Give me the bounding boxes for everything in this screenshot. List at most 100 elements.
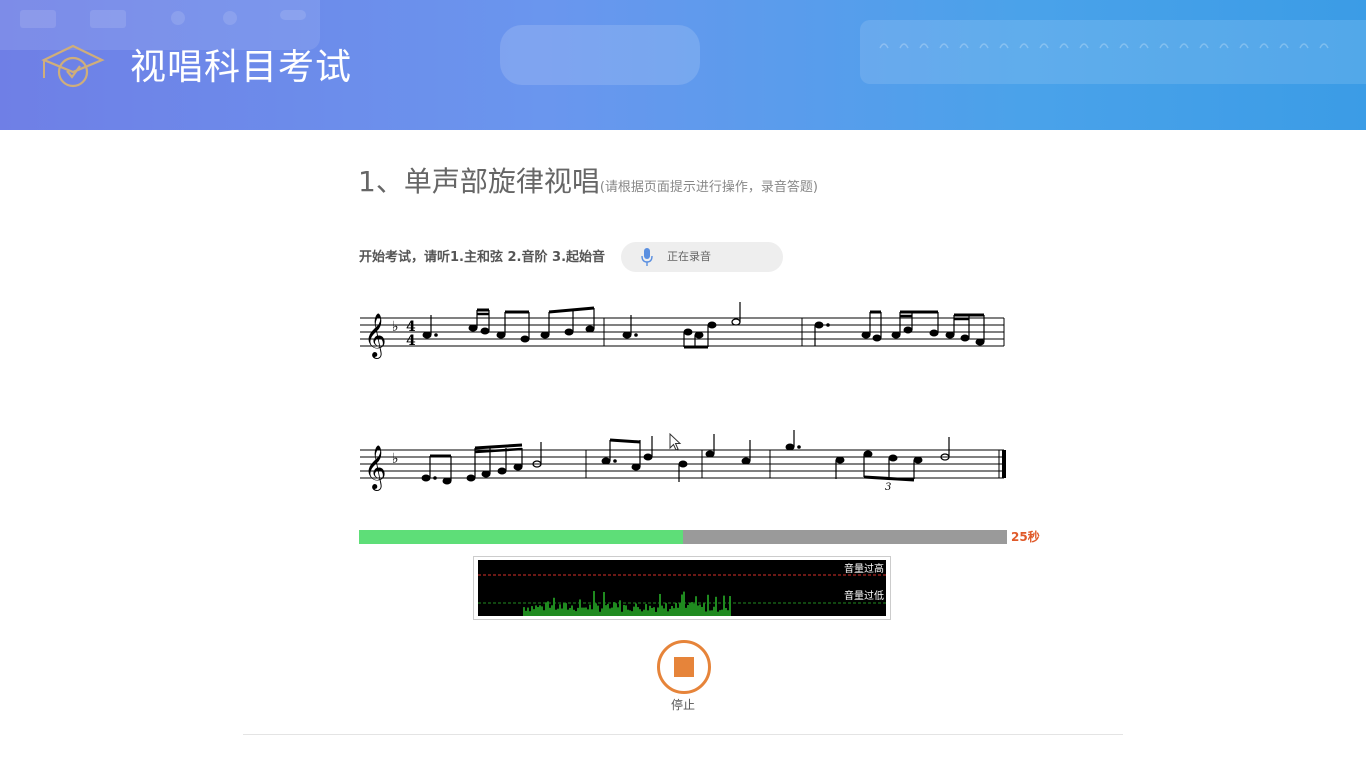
waveform-bar [687, 604, 689, 616]
waveform-bar [621, 611, 623, 616]
waveform-bar [711, 610, 713, 616]
svg-text:3: 3 [885, 482, 891, 493]
time-signature-bottom: 4 [406, 333, 416, 349]
waveform-bar [567, 609, 569, 616]
waveform-bar [639, 609, 641, 616]
waveform-bar [543, 610, 545, 616]
waveform-bar [699, 604, 701, 616]
waveform-bar [695, 596, 697, 616]
waveform-bar [553, 597, 555, 616]
waveform-bar [685, 607, 687, 616]
waveform-bar [659, 593, 661, 616]
waveform-bar [587, 609, 589, 616]
waveform-bar [729, 596, 731, 616]
waveform-bar [667, 611, 669, 616]
waveform-bar [591, 609, 593, 616]
waveform-bar [593, 591, 595, 616]
waveform-bar [665, 603, 667, 616]
waveform-bar [721, 609, 723, 616]
waveform-bar [535, 605, 537, 616]
waveform-bar [725, 608, 727, 616]
waveform-bar [583, 607, 585, 616]
question-hint: (请根据页面提示进行操作，录音答题) [599, 180, 818, 195]
waveform-bar [719, 610, 721, 616]
waveform-bar [581, 607, 583, 616]
waveform-bar [645, 604, 647, 616]
waveform-bar [605, 605, 607, 616]
question-title-text: 1、单声部旋律视唱 [358, 165, 600, 198]
mouse-cursor-icon [669, 433, 682, 451]
stop-button[interactable] [657, 640, 711, 694]
waveform-bar [627, 609, 629, 616]
flat-icon: ♭ [392, 451, 399, 467]
recording-status-label: 正在录音 [667, 250, 711, 263]
waveform-bar [661, 605, 663, 616]
waveform-bar [691, 602, 693, 616]
waveform-bar [717, 611, 719, 616]
waveform-bar [679, 603, 681, 616]
waveform-bar [723, 595, 725, 616]
waveform-bar [675, 602, 677, 616]
waveform-bar [599, 611, 601, 616]
waveform-bar [597, 605, 599, 616]
time-remaining-label: 25秒 [1011, 530, 1040, 544]
waveform-bar [715, 596, 717, 616]
waveform-bar [529, 611, 531, 616]
waveform-bar [651, 607, 653, 616]
waveform-bar [571, 605, 573, 616]
waveform-bar [547, 601, 549, 616]
waveform-bar [703, 603, 705, 616]
waveform-bar [635, 603, 637, 616]
waveform-bar [673, 608, 675, 616]
waveform-bar [649, 605, 651, 616]
waveform-bar [625, 605, 627, 616]
waveform-bar [561, 608, 563, 616]
waveform-bar [637, 607, 639, 616]
waveform-bar [663, 608, 665, 616]
volume-meter: 音量过高 音量过低 [473, 556, 891, 620]
waveform-bar [575, 611, 577, 616]
waveform-bar [615, 603, 617, 616]
waveform-bar [589, 604, 591, 616]
waveform-bar [653, 607, 655, 616]
waveform-bar [577, 607, 579, 616]
stop-button-label: 停止 [670, 698, 695, 712]
waveform-bar [727, 610, 729, 616]
waveform-bar [559, 604, 561, 616]
question-title: 1、单声部旋律视唱(请根据页面提示进行操作，录音答题) [358, 164, 818, 206]
waveform-bar [537, 607, 539, 616]
time-progress-fill [359, 530, 683, 544]
waveform-bar [701, 606, 703, 616]
waveform-bar [697, 605, 699, 616]
waveform-bar [525, 610, 527, 616]
stop-icon [674, 657, 694, 677]
treble-clef-icon: 𝄞 [364, 313, 386, 359]
waveform-bar [707, 594, 709, 616]
waveform-bar [657, 607, 659, 616]
waveform-bar [531, 606, 533, 616]
waveform-bar [557, 608, 559, 616]
waveform-bar [669, 608, 671, 616]
waveform-bar [545, 602, 547, 616]
waveform-bar [689, 602, 691, 616]
waveform-bar [541, 606, 543, 616]
waveform-bar [619, 600, 621, 616]
waveform-bar [601, 608, 603, 616]
flat-icon: ♭ [392, 319, 399, 335]
waveform-bar [523, 607, 525, 616]
divider [243, 734, 1123, 735]
exam-instruction: 开始考试，请听1.主和弦 2.音阶 3.起始音 [359, 250, 606, 265]
page-title: 视唱科目考试 [130, 47, 353, 88]
waveform-bar [683, 591, 685, 616]
waveform-bar [713, 606, 715, 616]
recording-status-pill: 正在录音 [621, 242, 783, 272]
waveform-bar [705, 611, 707, 616]
waveform-bar [549, 607, 551, 616]
graduation-cap-clock-icon [41, 44, 105, 88]
waveform-bar [647, 610, 649, 616]
waveform-bar [613, 602, 615, 616]
waveform-bar [579, 599, 581, 616]
waveform-bar [611, 607, 613, 616]
waveform-bar [617, 607, 619, 616]
waveform-bar [569, 607, 571, 616]
